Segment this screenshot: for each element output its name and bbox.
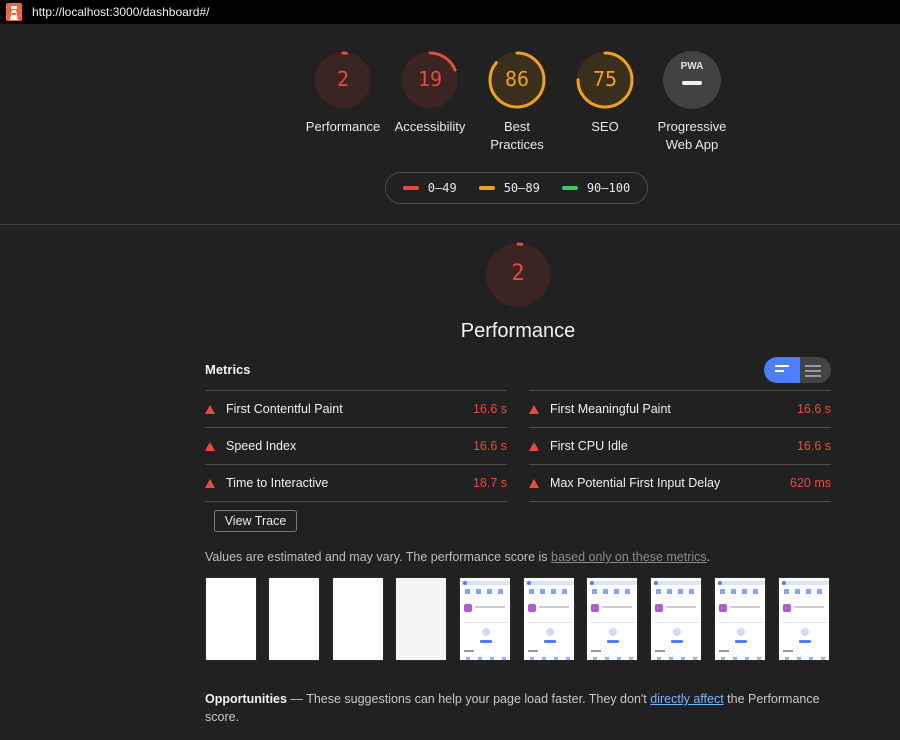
fail-triangle-icon — [205, 478, 215, 488]
metric-name: First CPU Idle — [550, 439, 628, 453]
metric-value: 16.6 s — [472, 439, 507, 453]
directly-affect-link[interactable]: directly affect — [650, 692, 723, 706]
category-gauges: 2 Performance 19 Accessibility 86 Best P… — [0, 50, 900, 160]
page-thumbnail — [462, 581, 510, 660]
legend-item-pass: 90–100 — [561, 181, 631, 195]
metric-name: Time to Interactive — [226, 476, 329, 490]
lighthouse-logo-icon — [6, 3, 22, 21]
gauge-label: Progressive Web App — [647, 118, 737, 154]
performance-gauge: 2 — [484, 241, 552, 309]
filmstrip-frame-rendered — [778, 577, 830, 661]
filmstrip-frame-rendered — [714, 577, 766, 661]
opportunities-title: Opportunities — [205, 692, 287, 706]
compact-view-icon — [775, 365, 789, 375]
gauge-label: Accessibility — [394, 119, 466, 134]
metrics-heading: Metrics — [205, 362, 251, 377]
performance-title: Performance — [460, 320, 576, 342]
metric-row: First CPU Idle 16.6 s — [529, 427, 831, 464]
gauge-pwa[interactable]: PWA Progressive Web App — [647, 50, 737, 154]
filmstrip-frame-rendered — [459, 577, 511, 661]
metric-row: First Contentful Paint 16.6 s — [205, 390, 507, 427]
gauge-score: 2 — [336, 67, 350, 91]
url-text[interactable]: http://localhost:3000/dashboard#/ — [32, 5, 209, 19]
estimate-end: . — [706, 550, 711, 564]
gauge-label-line: Web App — [665, 137, 719, 152]
metric-name: First Meaningful Paint — [550, 402, 671, 416]
estimate-text: Values are estimated and may vary. The p… — [205, 550, 551, 564]
legend-item-fail: 0–49 — [402, 181, 457, 195]
section-divider — [0, 224, 900, 225]
fail-triangle-icon — [529, 441, 539, 451]
metric-row: Time to Interactive 18.7 s — [205, 464, 507, 502]
filmstrip-frame-blank — [268, 577, 320, 661]
address-bar: http://localhost:3000/dashboard#/ — [0, 0, 900, 24]
fail-triangle-icon — [529, 478, 539, 488]
metric-value: 620 ms — [790, 476, 831, 490]
metric-name: First Contentful Paint — [226, 402, 343, 416]
page-thumbnail — [589, 581, 637, 660]
metric-value: 16.6 s — [796, 439, 831, 453]
legend-swatch — [402, 186, 419, 190]
view-trace-button[interactable]: View Trace — [214, 510, 297, 532]
opportunities-dash: — — [286, 692, 307, 706]
gauge-label-line: Best — [503, 119, 530, 134]
filmstrip-frame-rendered — [523, 577, 575, 661]
metric-value: 16.6 s — [796, 402, 831, 416]
expanded-view-icon[interactable] — [805, 365, 821, 380]
legend-range: 50–89 — [503, 181, 540, 195]
metrics-right-column: First Meaningful Paint 16.6 s First CPU … — [529, 390, 831, 502]
fail-triangle-icon — [205, 404, 215, 414]
gauge-label: Best Practices — [472, 118, 562, 154]
toggle-compact-view[interactable] — [764, 357, 800, 383]
legend-swatch — [561, 186, 578, 190]
gauge-label-line: Progressive — [657, 119, 727, 134]
filmstrip-frame-blank — [395, 577, 447, 661]
opportunities-intro: Opportunities — These suggestions can he… — [205, 690, 835, 726]
page-thumbnail — [781, 581, 829, 660]
metric-row: First Meaningful Paint 16.6 s — [529, 390, 831, 427]
legend-range: 90–100 — [586, 181, 631, 195]
metric-name: Speed Index — [226, 439, 297, 453]
metric-value: 18.7 s — [472, 476, 507, 490]
score-legend: 0–49 50–89 90–100 — [385, 172, 648, 204]
page-thumbnail — [717, 581, 765, 660]
gauge-accessibility[interactable]: 19 Accessibility — [385, 50, 475, 136]
legend-item-average: 50–89 — [478, 181, 540, 195]
gauge-seo[interactable]: 75 SEO — [560, 50, 650, 136]
page-thumbnail — [653, 581, 701, 660]
legend-swatch — [478, 186, 495, 190]
estimate-note: Values are estimated and may vary. The p… — [205, 550, 710, 564]
metrics-left-column: First Contentful Paint 16.6 s Speed Inde… — [205, 390, 507, 502]
fail-triangle-icon — [205, 441, 215, 451]
gauge-score: 19 — [417, 67, 443, 91]
performance-score: 2 — [511, 261, 525, 286]
gauge-label: Performance — [305, 119, 381, 134]
gauge-best-practices[interactable]: 86 Best Practices — [472, 50, 562, 154]
metrics-view-toggle[interactable] — [764, 357, 831, 383]
legend-range: 0–49 — [427, 181, 457, 195]
metrics-link[interactable]: based only on these metrics — [551, 550, 707, 564]
metric-value: 16.6 s — [472, 402, 507, 416]
page-thumbnail — [526, 581, 574, 660]
filmstrip-frame-rendered — [650, 577, 702, 661]
gauge-label: SEO — [591, 119, 619, 134]
metric-row: Max Potential First Input Delay 620 ms — [529, 464, 831, 502]
filmstrip-frame-rendered — [586, 577, 638, 661]
filmstrip-frame-blank — [332, 577, 384, 661]
metric-row: Speed Index 16.6 s — [205, 427, 507, 464]
gauge-label-line: Practices — [490, 137, 544, 152]
filmstrip-frame-blank — [205, 577, 257, 661]
gauge-score: 75 — [592, 67, 618, 91]
metric-name: Max Potential First Input Delay — [550, 476, 721, 490]
pwa-badge-text: PWA — [680, 61, 704, 72]
opportunities-text: These suggestions can help your page loa… — [306, 692, 651, 706]
fail-triangle-icon — [529, 404, 539, 414]
gauge-performance[interactable]: 2 Performance — [298, 50, 388, 136]
gauge-score: 86 — [504, 67, 530, 91]
filmstrip — [205, 577, 832, 663]
